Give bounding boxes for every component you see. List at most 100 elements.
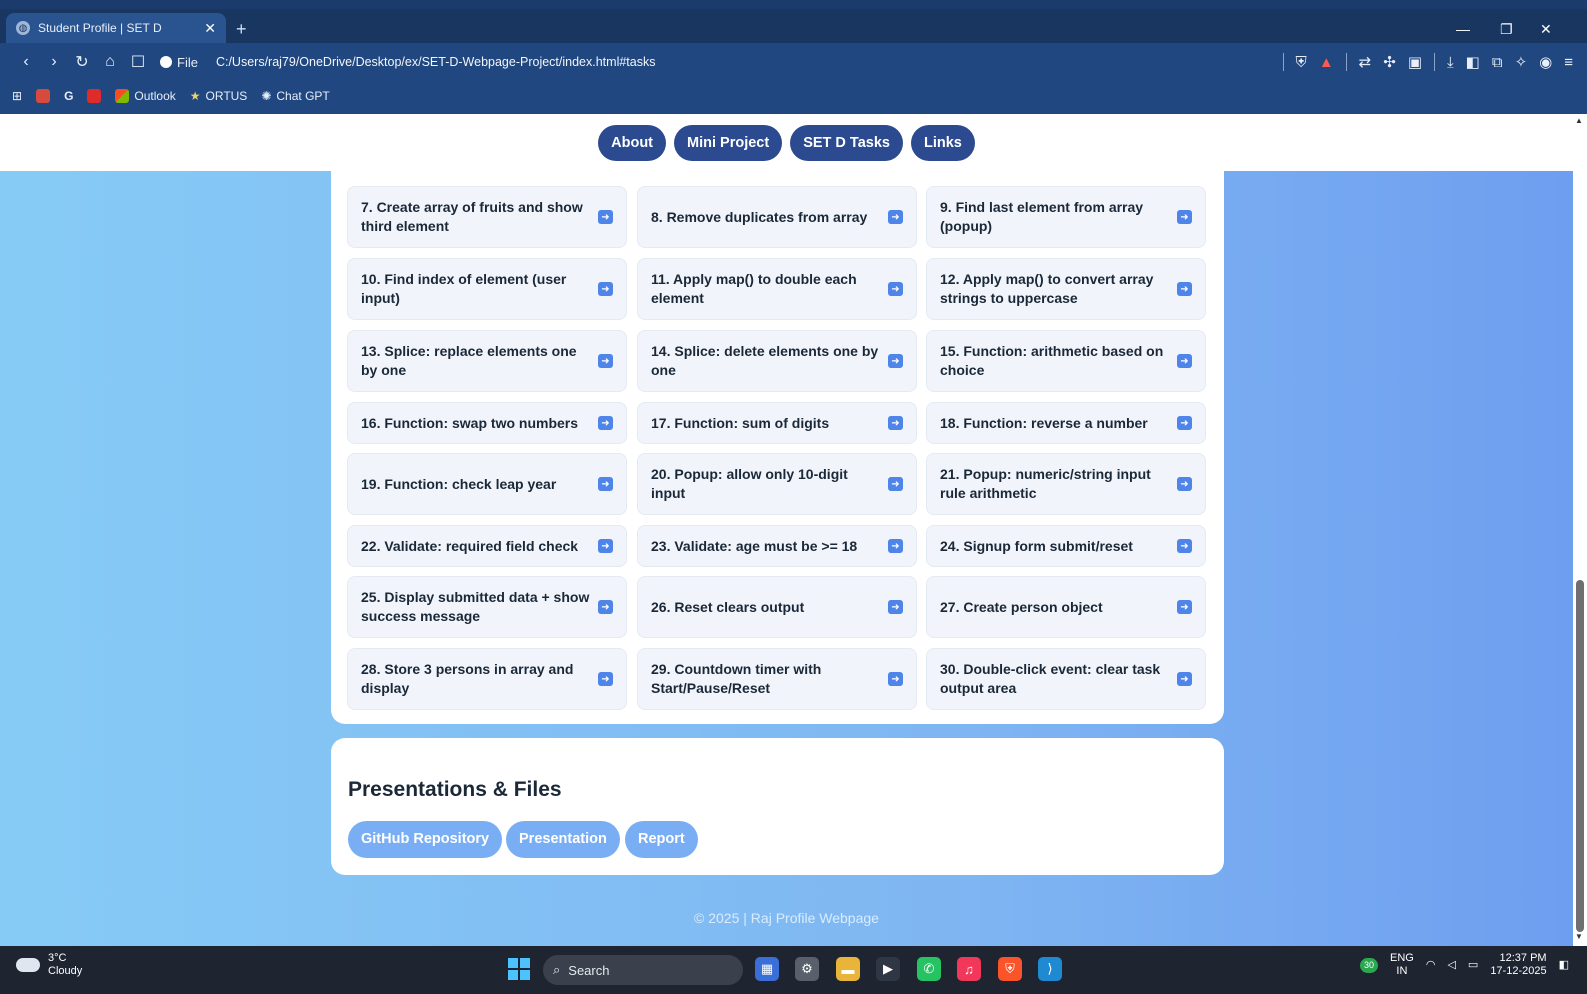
reload-icon[interactable]: ↻ bbox=[68, 52, 96, 72]
open-task-icon[interactable]: ➜ bbox=[598, 354, 613, 368]
scroll-thumb[interactable] bbox=[1576, 580, 1584, 932]
clock[interactable]: 12:37 PM 17-12-2025 bbox=[1490, 952, 1546, 978]
site-info[interactable]: File bbox=[160, 55, 198, 70]
task-item[interactable]: 18. Function: reverse a number ➜ bbox=[926, 402, 1206, 444]
taskbar-search[interactable]: ⌕ Search bbox=[543, 955, 743, 985]
shield-icon[interactable]: ⛨ bbox=[1296, 54, 1307, 71]
translate-icon[interactable]: ⇄ bbox=[1359, 53, 1372, 71]
bookmark-ortus[interactable]: ★ ORTUS bbox=[190, 89, 248, 103]
open-task-icon[interactable]: ➜ bbox=[598, 416, 613, 430]
task-item[interactable]: 29. Countdown timer with Start/Pause/Res… bbox=[637, 648, 917, 710]
address-bar[interactable]: C:/Users/raj79/OneDrive/Desktop/ex/SET-D… bbox=[216, 55, 656, 69]
star-icon[interactable]: ✧ bbox=[1515, 53, 1528, 71]
task-item[interactable]: 27. Create person object ➜ bbox=[926, 576, 1206, 638]
task-item[interactable]: 7. Create array of fruits and show third… bbox=[347, 186, 627, 248]
browser-tab[interactable]: ◍ Student Profile | SET D ✕ bbox=[6, 13, 226, 43]
new-tab-button[interactable]: + bbox=[236, 19, 247, 40]
window-close-icon[interactable]: ✕ bbox=[1540, 21, 1552, 38]
open-task-icon[interactable]: ➜ bbox=[1177, 600, 1192, 614]
apps-grid-icon[interactable]: ⊞ bbox=[12, 89, 22, 103]
notification-badge[interactable]: 30 bbox=[1359, 957, 1378, 973]
whatsapp-icon[interactable]: ✆ bbox=[917, 957, 941, 981]
open-task-icon[interactable]: ➜ bbox=[888, 354, 903, 368]
close-tab-icon[interactable]: ✕ bbox=[204, 20, 216, 37]
open-task-icon[interactable]: ➜ bbox=[598, 282, 613, 296]
task-item[interactable]: 11. Apply map() to double each element ➜ bbox=[637, 258, 917, 320]
back-icon[interactable]: ‹ bbox=[12, 53, 40, 71]
task-item[interactable]: 10. Find index of element (user input) ➜ bbox=[347, 258, 627, 320]
tab-search-icon[interactable]: ⧉ bbox=[1492, 54, 1503, 71]
open-task-icon[interactable]: ➜ bbox=[888, 416, 903, 430]
task-item[interactable]: 19. Function: check leap year ➜ bbox=[347, 453, 627, 515]
task-item[interactable]: 23. Validate: age must be >= 18 ➜ bbox=[637, 525, 917, 567]
forward-icon[interactable]: › bbox=[40, 53, 68, 71]
task-item[interactable]: 16. Function: swap two numbers ➜ bbox=[347, 402, 627, 444]
open-task-icon[interactable]: ➜ bbox=[1177, 282, 1192, 296]
nav-mini-project[interactable]: Mini Project bbox=[674, 124, 783, 161]
windows-start-icon[interactable] bbox=[508, 958, 530, 980]
scroll-up-icon[interactable]: ▲ bbox=[1575, 116, 1583, 125]
task-item[interactable]: 30. Double-click event: clear task outpu… bbox=[926, 648, 1206, 710]
home-icon[interactable]: ⌂ bbox=[96, 53, 124, 71]
battery-icon[interactable]: ▭ bbox=[1468, 959, 1478, 972]
task-item[interactable]: 15. Function: arithmetic based on choice… bbox=[926, 330, 1206, 392]
task-item[interactable]: 25. Display submitted data + show succes… bbox=[347, 576, 627, 638]
wifi-icon[interactable]: ◠ bbox=[1426, 959, 1436, 972]
task-item[interactable]: 14. Splice: delete elements one by one ➜ bbox=[637, 330, 917, 392]
nav-about[interactable]: About bbox=[598, 124, 667, 161]
language-indicator[interactable]: ENG IN bbox=[1390, 952, 1414, 978]
github-repository-button[interactable]: GitHub Repository bbox=[348, 821, 503, 858]
task-item[interactable]: 17. Function: sum of digits ➜ bbox=[637, 402, 917, 444]
task-item[interactable]: 12. Apply map() to convert array strings… bbox=[926, 258, 1206, 320]
task-item[interactable]: 22. Validate: required field check ➜ bbox=[347, 525, 627, 567]
scrollbar[interactable]: ▲ ▼ bbox=[1573, 114, 1587, 946]
volume-icon[interactable]: ◁ bbox=[1447, 959, 1455, 972]
open-task-icon[interactable]: ➜ bbox=[598, 477, 613, 491]
open-task-icon[interactable]: ➜ bbox=[1177, 477, 1192, 491]
open-task-icon[interactable]: ➜ bbox=[598, 210, 613, 224]
task-item[interactable]: 13. Splice: replace elements one by one ➜ bbox=[347, 330, 627, 392]
google-icon[interactable]: G bbox=[64, 89, 73, 103]
presentation-button[interactable]: Presentation bbox=[506, 821, 620, 858]
extensions-icon[interactable]: ✣ bbox=[1383, 53, 1396, 71]
open-task-icon[interactable]: ➜ bbox=[1177, 354, 1192, 368]
music-icon[interactable]: ♫ bbox=[957, 957, 981, 981]
notifications-icon[interactable]: ◧ bbox=[1559, 959, 1569, 972]
settings-icon[interactable]: ⚙ bbox=[795, 957, 819, 981]
task-item[interactable]: 9. Find last element from array (popup) ➜ bbox=[926, 186, 1206, 248]
warning-icon[interactable]: ▲ bbox=[1319, 54, 1334, 71]
bookmark-chatgpt[interactable]: ✺ Chat GPT bbox=[261, 89, 329, 103]
brave-icon[interactable]: ⛨ bbox=[998, 957, 1022, 981]
open-task-icon[interactable]: ➜ bbox=[888, 210, 903, 224]
open-task-icon[interactable]: ➜ bbox=[1177, 672, 1192, 686]
restore-icon[interactable]: ❐ bbox=[1500, 21, 1513, 38]
sidebar-icon[interactable]: ◧ bbox=[1466, 53, 1480, 71]
nav-set-d-tasks[interactable]: SET D Tasks bbox=[790, 124, 903, 161]
task-item[interactable]: 8. Remove duplicates from array ➜ bbox=[637, 186, 917, 248]
vscode-icon[interactable]: ⟩ bbox=[1038, 957, 1062, 981]
report-button[interactable]: Report bbox=[625, 821, 698, 858]
open-task-icon[interactable]: ➜ bbox=[888, 539, 903, 553]
open-task-icon[interactable]: ➜ bbox=[888, 672, 903, 686]
minimize-icon[interactable]: — bbox=[1456, 21, 1470, 37]
folder-icon[interactable]: ▬ bbox=[836, 957, 860, 981]
task-item[interactable]: 26. Reset clears output ➜ bbox=[637, 576, 917, 638]
task-item[interactable]: 24. Signup form submit/reset ➜ bbox=[926, 525, 1206, 567]
menu-icon[interactable]: ≡ bbox=[1564, 54, 1573, 71]
scroll-down-icon[interactable]: ▼ bbox=[1575, 932, 1583, 941]
task-item[interactable]: 28. Store 3 persons in array and display… bbox=[347, 648, 627, 710]
task-item[interactable]: 21. Popup: numeric/string input rule ari… bbox=[926, 453, 1206, 515]
youtube-icon[interactable] bbox=[87, 89, 102, 103]
download-icon[interactable]: ⤓ bbox=[1447, 54, 1454, 71]
open-task-icon[interactable]: ➜ bbox=[1177, 539, 1192, 553]
open-task-icon[interactable]: ➜ bbox=[888, 477, 903, 491]
store-icon[interactable]: ▦ bbox=[755, 957, 779, 981]
task-item[interactable]: 20. Popup: allow only 10-digit input ➜ bbox=[637, 453, 917, 515]
bookmark-icon[interactable]: ☐ bbox=[124, 52, 152, 72]
vpn-icon[interactable]: ◉ bbox=[1539, 53, 1552, 71]
bookmark-outlook[interactable]: Outlook bbox=[115, 89, 176, 103]
open-task-icon[interactable]: ➜ bbox=[598, 539, 613, 553]
open-task-icon[interactable]: ➜ bbox=[1177, 416, 1192, 430]
open-task-icon[interactable]: ➜ bbox=[888, 600, 903, 614]
open-task-icon[interactable]: ➜ bbox=[598, 672, 613, 686]
